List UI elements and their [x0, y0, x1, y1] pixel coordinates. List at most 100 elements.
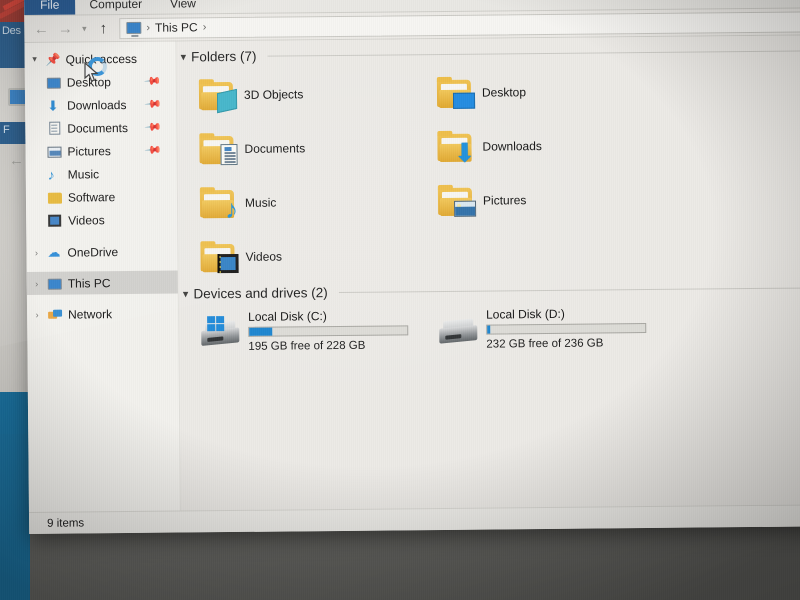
sidebar-item-desktop[interactable]: Desktop 📌 [25, 70, 176, 94]
group-divider [338, 287, 800, 293]
sidebar-item-label: Downloads [67, 97, 127, 113]
item-videos[interactable]: Videos [178, 228, 417, 284]
video-icon [48, 213, 63, 227]
group-divider [267, 50, 800, 57]
group-title: Folders (7) [191, 48, 257, 65]
tab-file[interactable]: File [24, 0, 76, 15]
this-pc-icon [47, 276, 63, 290]
item-documents[interactable]: Documents [177, 120, 416, 176]
chevron-right-icon[interactable]: › [30, 247, 42, 257]
sidebar-item-pictures[interactable]: Pictures 📌 [25, 139, 176, 163]
network-icon [48, 307, 63, 321]
sidebar-item-videos[interactable]: Videos [26, 208, 177, 232]
film-strip-emblem-icon [217, 253, 239, 274]
drive-name: Local Disk (D:) [486, 306, 565, 322]
folder-music-icon: ♪ [199, 188, 238, 224]
folder-videos-icon [200, 242, 239, 274]
pin-icon[interactable]: 📌 [144, 118, 163, 137]
item-local-disk-d[interactable]: Local Disk (D:) 232 GB free of 236 GB [417, 301, 655, 353]
music-note-icon: ♪ [47, 166, 55, 183]
item-label: Music [244, 195, 277, 210]
drive-usage-bar [248, 325, 409, 337]
pin-icon[interactable]: 📌 [144, 95, 163, 114]
breadcrumb-separator-2[interactable]: › [203, 21, 207, 33]
picture-emblem-icon [454, 200, 477, 217]
recent-locations-chevron-down-icon[interactable]: ▾ [78, 17, 90, 39]
drive-usage-fill [249, 327, 273, 336]
up-arrow-icon[interactable]: ↑ [92, 17, 114, 39]
drive-usage-fill [487, 325, 491, 334]
hard-drive-windows-icon [201, 316, 240, 346]
picture-icon [47, 144, 62, 158]
item-3d-objects[interactable]: 3D Objects [177, 66, 416, 122]
document-emblem-icon [220, 143, 238, 166]
folder-icon [47, 190, 63, 204]
folder-pictures-icon [437, 186, 477, 217]
sidebar-item-onedrive[interactable]: › ☁ OneDrive [26, 240, 177, 264]
sidebar-item-label: Software [67, 189, 116, 205]
sidebar-item-label: Network [68, 306, 113, 322]
item-count-label: 9 items [47, 516, 85, 530]
drive-name: Local Disk (C:) [248, 309, 327, 324]
item-label: Desktop [481, 85, 527, 100]
photo-of-screen: Des F ← File Computer View ← → ▾ ↑ › Thi… [0, 0, 800, 600]
item-label: Downloads [482, 139, 542, 154]
sidebar-item-label: Quick access [65, 51, 138, 67]
chevron-down-icon[interactable]: ▾ [181, 50, 187, 63]
tab-view[interactable]: View [156, 0, 210, 14]
chevron-right-icon[interactable]: › [31, 309, 43, 319]
item-downloads[interactable]: ⬇ Downloads [415, 118, 654, 174]
sidebar-item-software[interactable]: Software [26, 185, 177, 209]
folder-downloads-icon: ⬇ [437, 132, 476, 168]
breadcrumb-separator-1: › [146, 21, 151, 34]
sidebar-item-network[interactable]: › Network [27, 302, 178, 326]
item-label: Documents [244, 141, 306, 156]
content-pane[interactable]: ▾ Folders (7) 3D Objects Desktop Documen… [176, 35, 800, 516]
forward-arrow-icon[interactable]: → [54, 17, 76, 39]
back-arrow-icon[interactable]: ← [30, 18, 52, 40]
file-explorer-window: File Computer View ← → ▾ ↑ › This PC › ▾… [24, 0, 800, 534]
pin-icon[interactable]: 📌 [144, 72, 163, 91]
item-local-disk-c[interactable]: Local Disk (C:) 195 GB free of 228 GB [179, 303, 417, 355]
sidebar-item-documents[interactable]: Documents 📌 [25, 116, 176, 140]
address-bar[interactable]: › This PC › [119, 10, 800, 39]
group-header-folders[interactable]: ▾ Folders (7) [177, 43, 800, 64]
drive-free-space: 195 GB free of 228 GB [248, 339, 366, 353]
tab-computer[interactable]: Computer [75, 0, 156, 15]
download-arrow-icon: ⬇ [46, 97, 59, 114]
item-desktop[interactable]: Desktop [415, 64, 654, 120]
navigation-pane: ▾ 📌 Quick access Desktop 📌 ⬇ Downloads 📌 [24, 41, 182, 517]
sidebar-item-music[interactable]: ♪ Music [26, 162, 177, 186]
sidebar-item-label: Music [67, 166, 100, 182]
item-label: Pictures [482, 193, 527, 208]
sidebar-item-quick-access[interactable]: ▾ 📌 Quick access [25, 47, 176, 71]
star-pin-icon: 📌 [45, 52, 61, 67]
sidebar-item-label: OneDrive [67, 244, 119, 260]
window-body: ▾ 📌 Quick access Desktop 📌 ⬇ Downloads 📌 [24, 35, 800, 517]
cube-emblem-icon [216, 88, 238, 114]
breadcrumb-this-pc[interactable]: This PC [155, 20, 198, 34]
chevron-right-icon[interactable]: › [31, 278, 43, 288]
item-music[interactable]: ♪ Music [178, 174, 417, 230]
item-pictures[interactable]: Pictures [416, 172, 655, 228]
folder-documents-icon [199, 134, 238, 166]
sidebar-item-downloads[interactable]: ⬇ Downloads 📌 [25, 93, 176, 117]
item-label: Videos [245, 249, 283, 264]
windows-logo-icon [207, 316, 225, 333]
background-back-arrow-icon: ← [9, 152, 24, 169]
drive-usage-bar [486, 323, 647, 335]
sidebar-item-label: Desktop [66, 74, 111, 90]
monitor-icon [46, 75, 62, 89]
sidebar-item-this-pc[interactable]: › This PC [26, 270, 178, 295]
item-label: 3D Objects [243, 87, 304, 102]
pin-icon[interactable]: 📌 [144, 141, 163, 160]
cloud-icon: ☁ [47, 244, 61, 260]
chevron-down-icon[interactable]: ▾ [29, 54, 41, 65]
document-icon [47, 121, 62, 135]
folder-3d-objects-icon [198, 80, 238, 114]
download-arrow-emblem-icon: ⬇ [453, 137, 476, 168]
folder-desktop-icon [436, 78, 476, 109]
background-teal-panel-top [0, 392, 30, 434]
chevron-down-icon[interactable]: ▾ [183, 287, 189, 300]
folder-grid: 3D Objects Desktop Documents ⬇ Downloads… [177, 62, 800, 284]
